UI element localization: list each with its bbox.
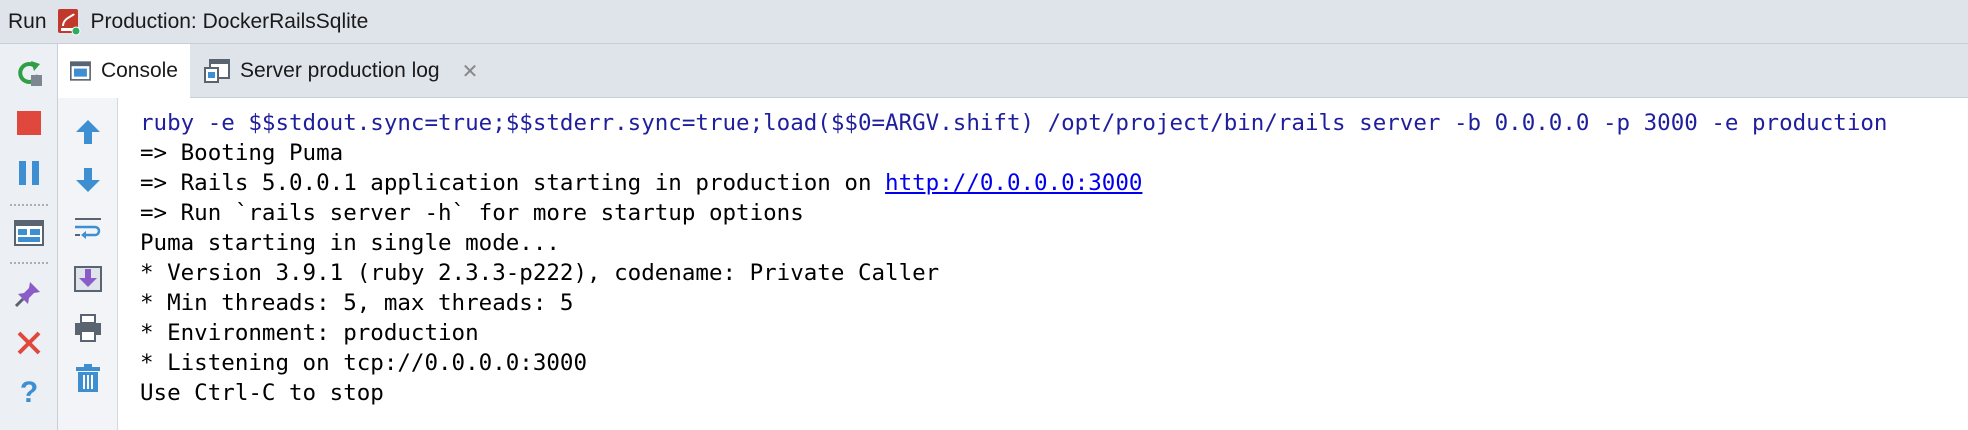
close-tab-icon[interactable]: ✕ <box>462 59 479 84</box>
tab-label: Server production log <box>240 59 440 82</box>
trash-icon <box>76 364 100 392</box>
toolbar-separator <box>10 204 48 206</box>
console-line: * Environment: production <box>140 320 479 346</box>
scroll-to-end-icon <box>74 266 102 292</box>
console-line: Puma starting in single mode... <box>140 230 560 256</box>
console-output[interactable]: ruby -e $$stdout.sync=true;$$stderr.sync… <box>118 98 1968 430</box>
toolbar-separator <box>10 262 48 264</box>
console-toolbar <box>58 98 118 430</box>
rerun-button[interactable] <box>12 56 46 90</box>
close-icon <box>17 331 41 355</box>
pause-button[interactable] <box>12 156 46 190</box>
title-bar: Run Production: DockerRailsSqlite <box>0 0 1968 44</box>
arrow-up-icon <box>76 120 100 144</box>
run-toolbar: ? <box>0 44 58 430</box>
scroll-up-button[interactable] <box>72 116 104 148</box>
tab-label: Console <box>100 58 178 82</box>
rerun-icon <box>18 61 42 86</box>
close-run-button[interactable] <box>12 326 46 360</box>
print-button[interactable] <box>72 312 104 344</box>
scroll-to-end-button[interactable] <box>72 262 104 294</box>
console-line: => Booting Puma <box>140 140 344 166</box>
print-icon <box>75 314 101 342</box>
run-configuration-name: Production: DockerRailsSqlite <box>90 9 369 33</box>
stop-icon <box>17 111 41 135</box>
scroll-down-button[interactable] <box>72 164 104 196</box>
console-line: * Listening on tcp://0.0.0.0:3000 <box>140 350 588 376</box>
rails-icon <box>57 8 81 36</box>
pin-tab-button[interactable] <box>12 276 46 310</box>
console-line: * Min threads: 5, max threads: 5 <box>140 290 574 316</box>
console-command-line: ruby -e $$stdout.sync=true;$$stderr.sync… <box>140 110 1888 136</box>
soft-wrap-button[interactable] <box>72 212 104 244</box>
run-label: Run <box>8 9 47 33</box>
tab-server-production-log[interactable]: Server production log ✕ <box>192 44 490 98</box>
stop-button[interactable] <box>12 106 46 140</box>
help-button[interactable]: ? <box>12 376 46 410</box>
layout-icon <box>14 220 44 246</box>
pin-icon <box>14 282 40 308</box>
console-text: => Rails 5.0.0.1 application starting in… <box>140 170 886 196</box>
console-icon <box>70 60 91 81</box>
tab-strip: Console Server production log ✕ <box>58 44 1968 99</box>
pause-icon <box>19 161 39 185</box>
console-line: Use Ctrl-C to stop <box>140 380 384 406</box>
tab-console[interactable]: Console <box>58 44 190 99</box>
clear-all-button[interactable] <box>72 362 104 394</box>
log-icon <box>204 59 230 83</box>
server-url-link[interactable]: http://0.0.0.0:3000 <box>885 170 1142 196</box>
soft-wrap-icon <box>75 218 101 239</box>
arrow-down-icon <box>76 168 100 192</box>
help-icon: ? <box>19 376 39 409</box>
console-line: * Version 3.9.1 (ruby 2.3.3-p222), coden… <box>140 260 940 286</box>
restore-layout-button[interactable] <box>12 216 46 250</box>
console-line: => Run `rails server -h` for more startu… <box>140 200 804 226</box>
console-line: => Rails 5.0.0.1 application starting in… <box>140 168 1968 198</box>
